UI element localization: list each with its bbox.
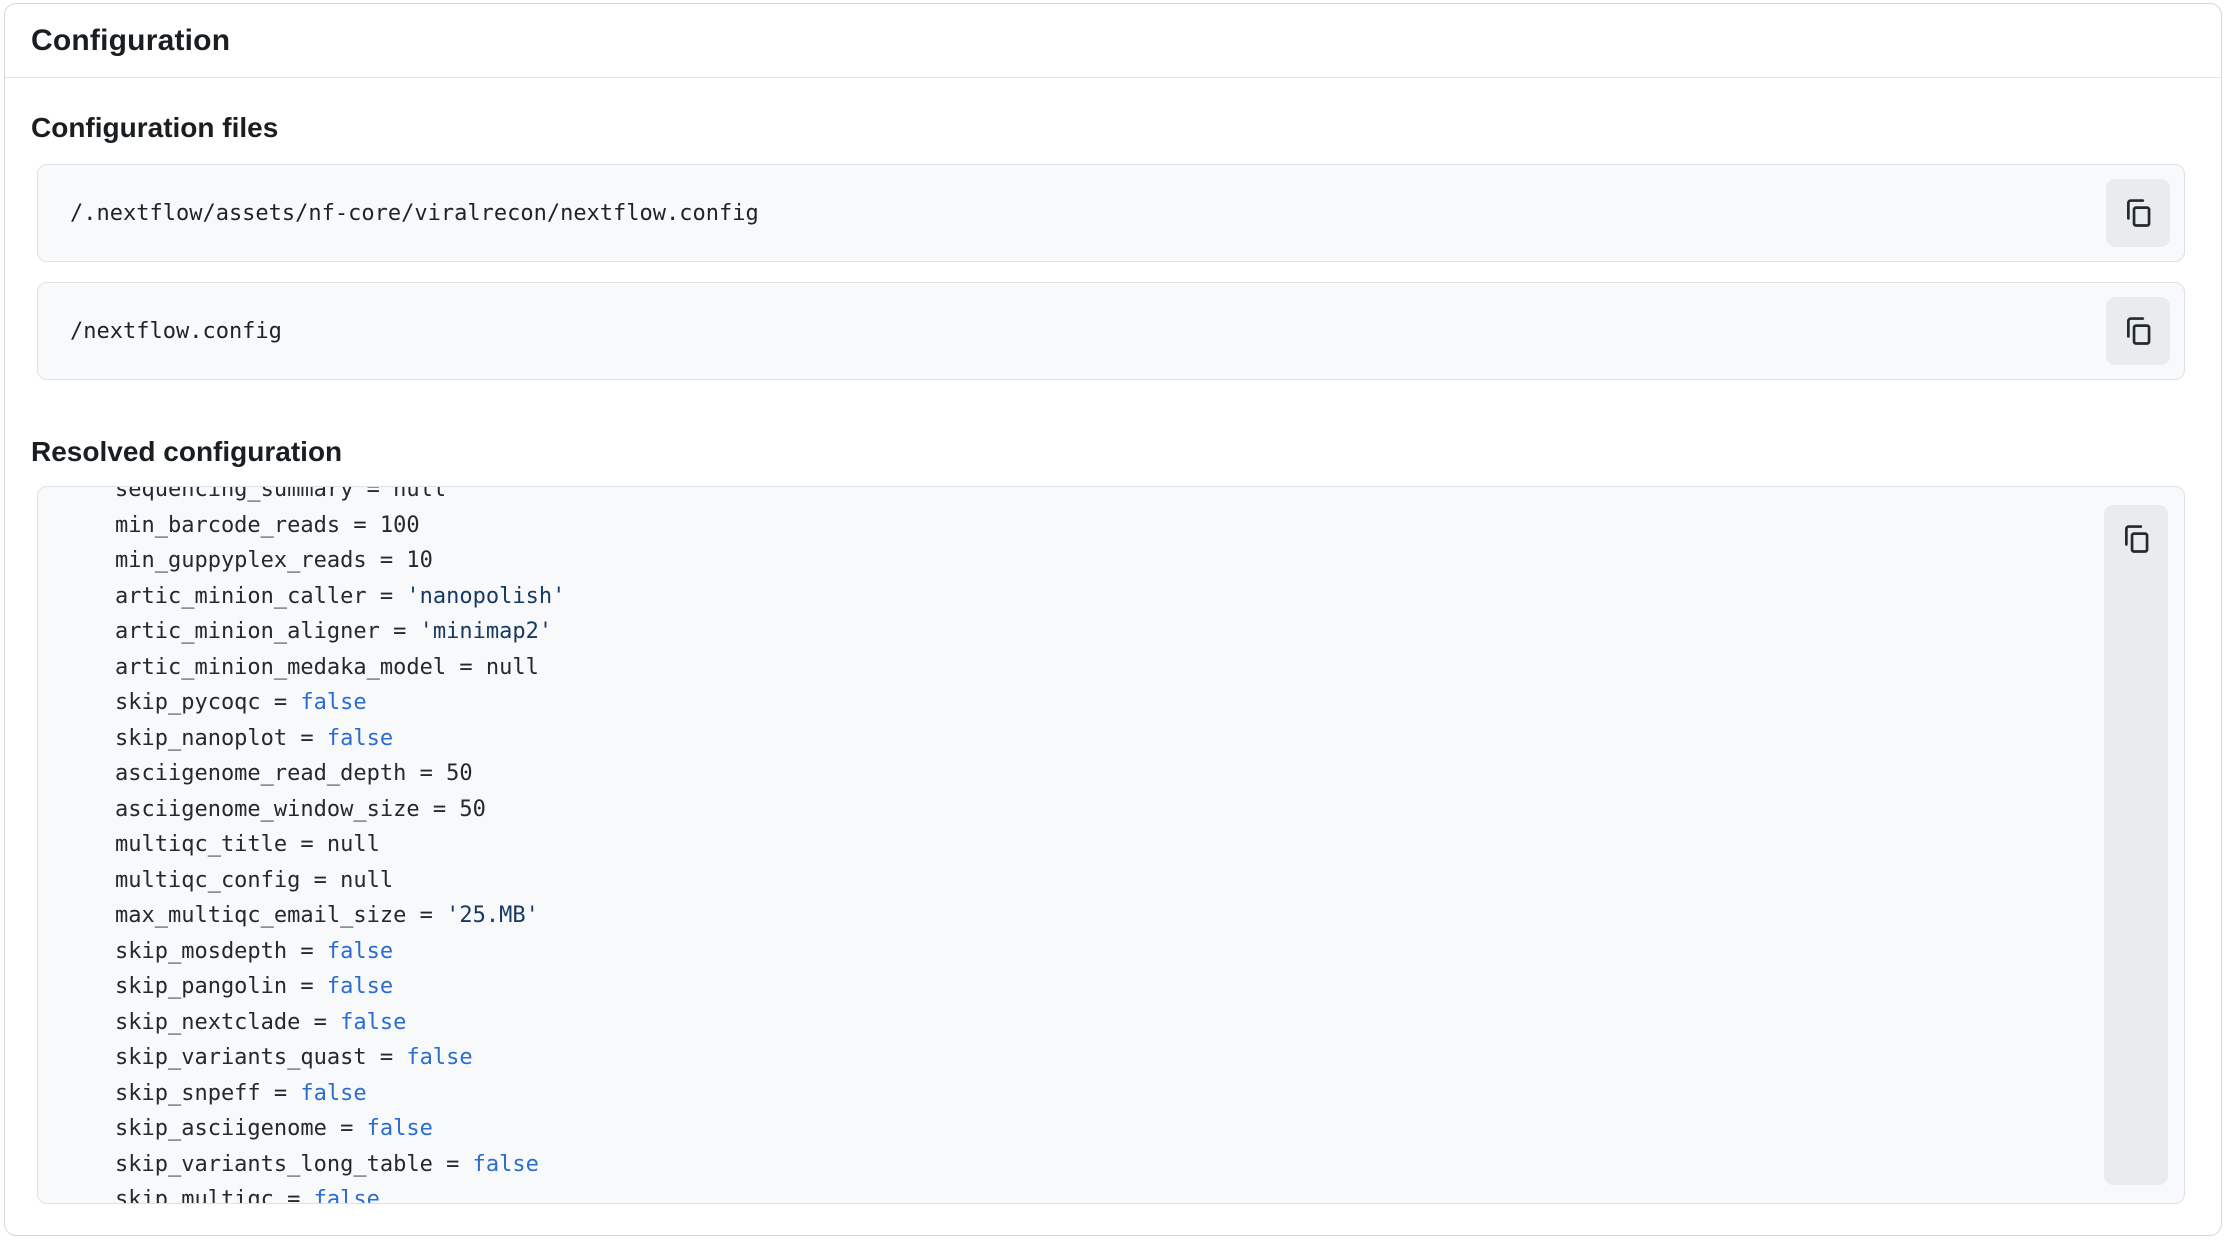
config-line: skip_asciigenome = false [62,1111,2088,1147]
config-line: multiqc_config = null [62,863,2088,899]
resolved-configuration-heading: Resolved configuration [31,436,2197,468]
config-line: skip_variants_quast = false [62,1040,2088,1076]
config-line: artic_minion_caller = 'nanopolish' [62,579,2088,615]
config-param-name: sequencing_summary = [62,487,393,502]
configuration-files-heading: Configuration files [31,112,2197,144]
card-body: Configuration files /.nextflow/assets/nf… [5,78,2221,1234]
config-param-value: '25.MB' [446,903,539,928]
config-line: multiqc_title = null [62,827,2088,863]
config-file-row: /.nextflow/assets/nf-core/viralrecon/nex… [37,164,2185,262]
config-param-name: artic_minion_medaka_model = [62,655,486,680]
config-param-value: false [473,1152,539,1177]
config-param-name: multiqc_title = [62,832,327,857]
copy-button[interactable] [2106,297,2170,365]
config-param-name: asciigenome_window_size = [62,797,459,822]
config-param-value: 10 [406,548,433,573]
config-line: asciigenome_window_size = 50 [62,792,2088,828]
config-line: skip_mosdepth = false [62,934,2088,970]
config-param-name: skip_snpeff = [62,1081,300,1106]
config-param-value: false [327,726,393,751]
config-param-value: false [327,974,393,999]
config-param-value: false [300,1081,366,1106]
config-param-name: skip_nextclade = [62,1010,340,1035]
config-line: asciigenome_read_depth = 50 [62,756,2088,792]
config-param-name: skip_multiqc = [62,1187,314,1203]
config-param-name: artic_minion_caller = [62,584,406,609]
config-param-value: false [406,1045,472,1070]
resolved-config-scroll-area[interactable]: sequencing_summary = null min_barcode_re… [38,487,2088,1203]
config-param-value: null [393,487,446,502]
config-line: artic_minion_aligner = 'minimap2' [62,614,2088,650]
copy-button[interactable] [2106,179,2170,247]
config-param-name: skip_nanoplot = [62,726,327,751]
config-param-name: artic_minion_aligner = [62,619,420,644]
config-line: skip_nanoplot = false [62,721,2088,757]
config-param-value: null [327,832,380,857]
config-param-name: skip_variants_quast = [62,1045,406,1070]
config-line: min_barcode_reads = 100 [62,508,2088,544]
config-param-value: false [300,690,366,715]
config-param-value: false [367,1116,433,1141]
config-param-name: min_guppyplex_reads = [62,548,406,573]
config-param-value: null [486,655,539,680]
config-param-value: 50 [446,761,473,786]
config-line: sequencing_summary = null [62,487,2088,508]
config-line: min_guppyplex_reads = 10 [62,543,2088,579]
copy-icon [2121,314,2155,348]
config-param-name: skip_mosdepth = [62,939,327,964]
config-line: skip_variants_long_table = false [62,1147,2088,1183]
config-line: skip_pycoqc = false [62,685,2088,721]
config-file-row: /nextflow.config [37,282,2185,380]
config-param-name: asciigenome_read_depth = [62,761,446,786]
config-param-name: skip_pangolin = [62,974,327,999]
config-line: skip_nextclade = false [62,1005,2088,1041]
copy-icon [2121,196,2155,230]
config-param-value: false [327,939,393,964]
config-param-value: 'nanopolish' [406,584,565,609]
page-title: Configuration [31,24,2195,58]
configuration-card: Configuration Configuration files /.next… [4,3,2222,1236]
config-file-path: /nextflow.config [70,319,282,344]
config-param-name: skip_pycoqc = [62,690,300,715]
config-param-value: 50 [459,797,486,822]
config-param-name: multiqc_config = [62,868,340,893]
config-param-value: false [314,1187,380,1203]
card-header: Configuration [5,4,2221,78]
config-param-value: false [340,1010,406,1035]
config-param-value: 100 [380,513,420,538]
config-param-name: skip_variants_long_table = [62,1152,473,1177]
config-line: skip_pangolin = false [62,969,2088,1005]
config-param-value: null [340,868,393,893]
config-param-value: 'minimap2' [420,619,552,644]
resolved-config-code: sequencing_summary = null min_barcode_re… [62,487,2088,1203]
config-line: max_multiqc_email_size = '25.MB' [62,898,2088,934]
config-line: skip_multiqc = false [62,1182,2088,1203]
config-line: skip_snpeff = false [62,1076,2088,1112]
copy-button[interactable] [2104,505,2168,1185]
config-file-path: /.nextflow/assets/nf-core/viralrecon/nex… [70,201,759,226]
resolved-config-block: sequencing_summary = null min_barcode_re… [37,486,2185,1204]
config-param-name: min_barcode_reads = [62,513,380,538]
config-param-name: max_multiqc_email_size = [62,903,446,928]
config-line: artic_minion_medaka_model = null [62,650,2088,686]
config-param-name: skip_asciigenome = [62,1116,367,1141]
copy-icon [2119,522,2153,559]
